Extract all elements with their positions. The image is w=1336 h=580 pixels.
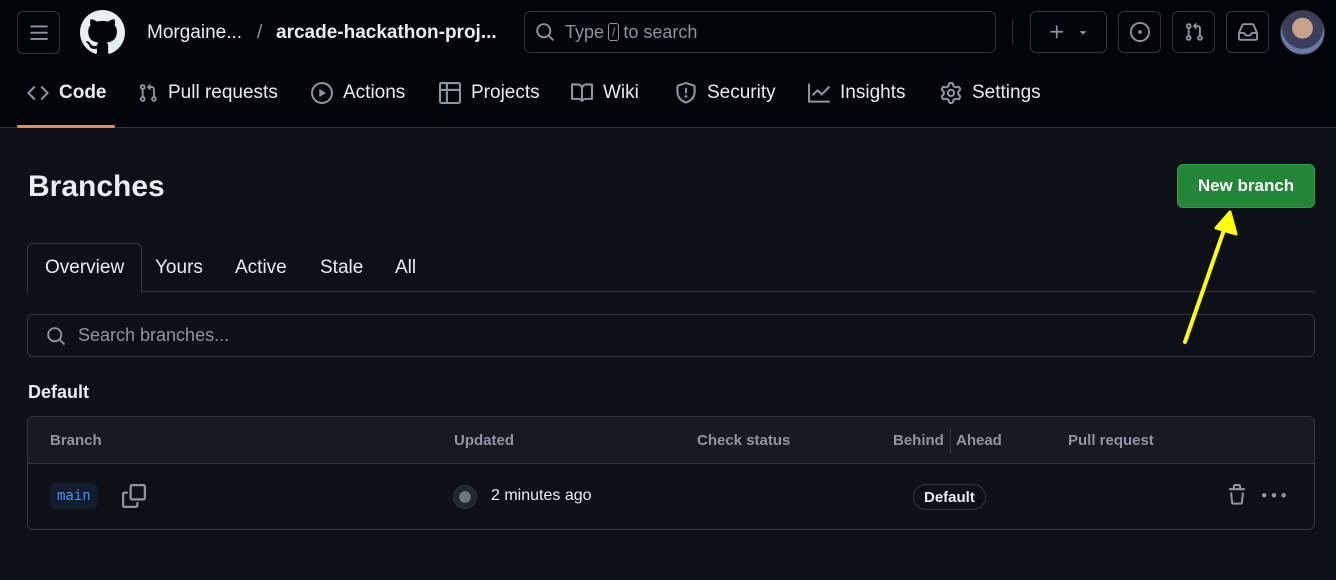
- issues-button[interactable]: [1118, 11, 1161, 53]
- nav-tab-projects[interactable]: Projects: [439, 82, 540, 104]
- repo-nav: Code Pull requests Actions Projects Wiki…: [0, 64, 1336, 128]
- tab-yours[interactable]: Yours: [155, 243, 203, 292]
- tab-all[interactable]: All: [395, 243, 416, 292]
- breadcrumb-repo[interactable]: arcade-hackathon-proj...: [276, 22, 497, 44]
- gear-icon: [940, 82, 962, 104]
- nav-label: Security: [707, 82, 776, 103]
- nav-label: Insights: [840, 82, 906, 103]
- tab-overview[interactable]: Overview: [27, 243, 143, 293]
- app-header: Morgaine... / arcade-hackathon-proj... T…: [0, 0, 1336, 128]
- table-header: Branch Updated Check status Behind Ahead…: [28, 417, 1314, 464]
- committer-avatar[interactable]: [453, 485, 477, 509]
- search-icon: [536, 23, 554, 41]
- triangle-down-icon: [1079, 31, 1086, 35]
- tab-stale[interactable]: Stale: [320, 243, 363, 292]
- menu-icon: [29, 25, 48, 40]
- nav-label: Projects: [471, 82, 540, 103]
- tab-active[interactable]: Active: [235, 243, 287, 292]
- top-bar: Morgaine... / arcade-hackathon-proj... T…: [0, 0, 1336, 64]
- git-pull-request-icon: [1185, 22, 1203, 41]
- issue-opened-icon: [1129, 22, 1150, 42]
- more-options-button[interactable]: [1262, 484, 1286, 513]
- git-pull-request-icon: [139, 83, 157, 102]
- graph-icon: [808, 83, 830, 103]
- inbox-icon: [1237, 23, 1258, 41]
- active-tab-indicator: [17, 125, 115, 128]
- nav-tab-wiki[interactable]: Wiki: [571, 82, 639, 104]
- new-branch-button[interactable]: New branch: [1177, 164, 1315, 208]
- search-placeholder: Search branches...: [78, 325, 230, 345]
- default-branch-badge: Default: [913, 484, 986, 510]
- nav-tab-pull-requests[interactable]: Pull requests: [138, 82, 278, 104]
- nav-tab-security[interactable]: Security: [675, 82, 776, 104]
- user-avatar[interactable]: [1280, 10, 1325, 55]
- trash-icon: [1228, 484, 1246, 505]
- branches-table: Branch Updated Check status Behind Ahead…: [27, 416, 1315, 530]
- breadcrumb-owner[interactable]: Morgaine...: [147, 22, 242, 44]
- section-heading-default: Default: [28, 382, 90, 402]
- updated-time: 2 minutes ago: [491, 487, 592, 504]
- branch-filter-tabs: Overview Yours Active Stale All: [27, 243, 1315, 293]
- shield-icon: [676, 82, 696, 104]
- copy-branch-button[interactable]: [122, 484, 146, 513]
- behind-ahead-divider: [950, 429, 951, 453]
- search-shortcut-key: /: [608, 23, 620, 41]
- search-suffix: to search: [623, 21, 698, 42]
- branch-name-link[interactable]: main: [50, 483, 98, 509]
- create-new-button[interactable]: [1030, 11, 1107, 53]
- search-prefix: Type: [565, 21, 605, 42]
- nav-label: Settings: [972, 82, 1041, 103]
- nav-tab-code[interactable]: Code: [27, 82, 107, 104]
- nav-label: Wiki: [603, 82, 639, 103]
- column-header-ahead: Ahead: [956, 432, 1002, 449]
- breadcrumb-separator: /: [257, 22, 263, 43]
- pull-requests-button[interactable]: [1172, 11, 1215, 53]
- nav-label: Pull requests: [168, 82, 278, 103]
- delete-branch-button[interactable]: [1226, 484, 1248, 511]
- table-row: main 2 minutes ago Default: [28, 464, 1314, 529]
- plus-icon: [1049, 25, 1063, 39]
- inbox-button[interactable]: [1226, 11, 1269, 53]
- menu-button[interactable]: [17, 11, 60, 54]
- column-header-behind: Behind: [893, 432, 944, 449]
- column-header-pull-request: Pull request: [1068, 432, 1154, 449]
- global-search-input[interactable]: Type / to search: [524, 11, 996, 53]
- nav-tab-insights[interactable]: Insights: [808, 82, 905, 104]
- column-header-branch: Branch: [50, 432, 102, 449]
- nav-tab-settings[interactable]: Settings: [940, 82, 1041, 104]
- copy-icon: [122, 484, 146, 508]
- code-icon: [27, 86, 49, 100]
- kebab-horizontal-icon: [1262, 493, 1286, 498]
- nav-tab-actions[interactable]: Actions: [311, 82, 405, 104]
- play-icon: [311, 82, 333, 104]
- column-header-updated: Updated: [454, 432, 514, 449]
- column-header-check-status: Check status: [697, 432, 791, 449]
- page-title: Branches: [28, 170, 165, 203]
- github-logo-icon[interactable]: [80, 10, 125, 55]
- search-icon: [47, 326, 65, 345]
- header-divider: [1012, 19, 1013, 45]
- book-icon: [571, 83, 593, 102]
- nav-label: Code: [59, 82, 107, 103]
- nav-label: Actions: [343, 82, 406, 103]
- table-icon: [439, 82, 461, 104]
- branch-search-input[interactable]: Search branches...: [27, 314, 1315, 357]
